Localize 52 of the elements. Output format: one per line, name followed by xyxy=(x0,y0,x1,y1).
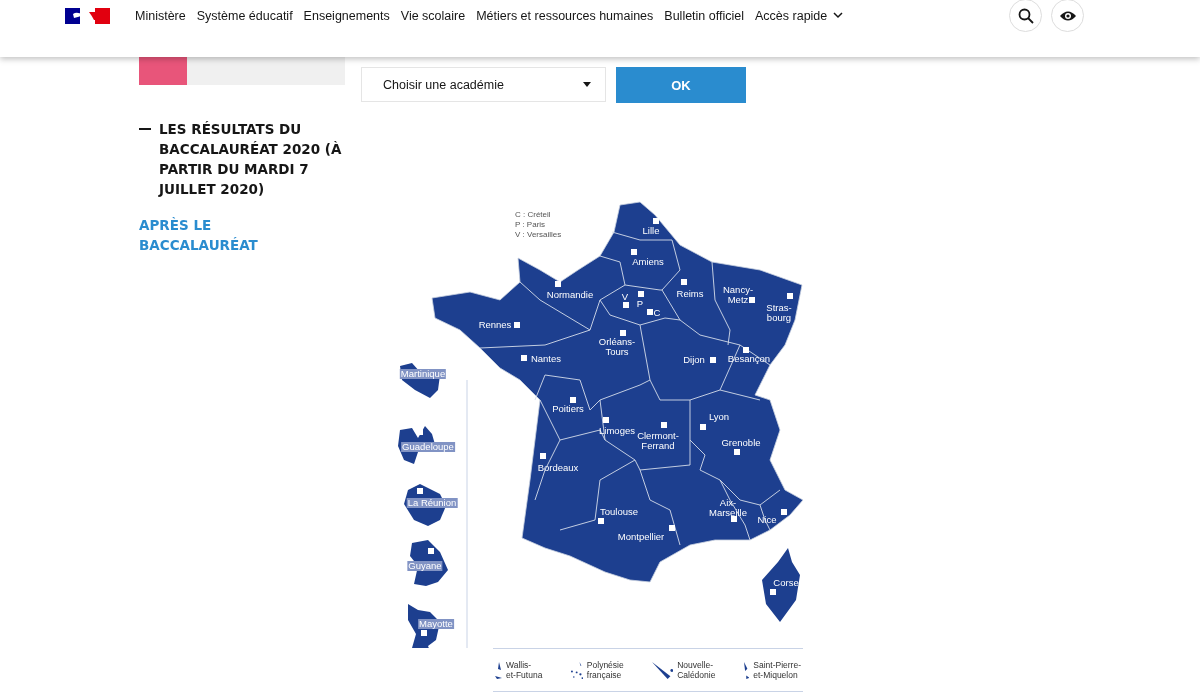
academy-label[interactable]: Poitiers xyxy=(552,404,584,414)
academy-label[interactable]: Grenoble xyxy=(721,438,761,448)
academy-label[interactable]: Aix- Marseille xyxy=(709,498,747,518)
academy-label[interactable]: Clermont- Ferrand xyxy=(637,431,679,451)
eye-icon xyxy=(1058,9,1077,22)
academy-label[interactable]: Dijon xyxy=(683,355,705,365)
sidebar-link[interactable]: LES RÉSULTATS DU BACCALAURÉAT 2020 (À PARTIR DU MARDI 7 JUILLET 2020) xyxy=(139,119,345,199)
accent-block xyxy=(139,57,187,85)
academy-label[interactable]: Rennes xyxy=(478,320,512,330)
nav-link[interactable]: Enseignements xyxy=(303,8,390,23)
academy-label[interactable]: Normandie xyxy=(546,290,594,300)
search-button[interactable] xyxy=(1009,0,1042,32)
academy-label[interactable]: Nice xyxy=(757,515,777,525)
academy-label[interactable]: Amiens xyxy=(632,257,664,267)
island-icon xyxy=(570,661,583,679)
caret-icon xyxy=(583,82,591,87)
academy-label[interactable]: Limoges xyxy=(599,426,635,436)
nav-link[interactable]: Système éducatif xyxy=(196,8,293,23)
territory-label[interactable]: Nouvelle- Calédonie xyxy=(677,660,716,680)
academy-label[interactable]: Nantes xyxy=(530,354,562,364)
territory-label[interactable]: Saint-Pierre- et-Miquelon xyxy=(753,660,801,680)
academy-label[interactable]: Corse xyxy=(773,578,799,588)
academy-label[interactable]: Nancy- Metz xyxy=(722,285,754,305)
ok-button[interactable]: OK xyxy=(616,67,746,103)
search-icon xyxy=(1017,7,1034,24)
nav-link[interactable]: Vie scolaire xyxy=(400,8,466,23)
territory-label[interactable]: Wallis- et-Futuna xyxy=(506,660,543,680)
sidebar-link[interactable]: APRÈS LE BACCALAURÉAT xyxy=(139,215,279,255)
island-icon xyxy=(743,661,750,679)
nav-link[interactable]: Ministère xyxy=(135,8,186,23)
academy-label[interactable]: Lille xyxy=(642,226,660,236)
map-legend: C : Créteil P : Paris V : Versailles xyxy=(515,210,562,240)
academy-label[interactable]: Stras- bourg xyxy=(766,303,792,323)
academy-label[interactable]: V xyxy=(621,292,629,302)
territory-label[interactable]: Polynésie française xyxy=(586,660,624,680)
nav-link[interactable]: Accès rapide xyxy=(755,8,844,23)
academy-label[interactable]: Orléans- Tours xyxy=(598,337,636,357)
flag-logo[interactable] xyxy=(65,7,110,24)
academy-map-drawing[interactable] xyxy=(398,201,804,648)
nav-link[interactable]: Bulletin officiel xyxy=(664,8,744,23)
display-settings-button[interactable] xyxy=(1051,0,1084,32)
academy-select[interactable]: Choisir une académie xyxy=(361,67,606,102)
nav-link[interactable]: Métiers et ressources humaines xyxy=(476,8,654,23)
academy-label[interactable]: Montpellier xyxy=(617,532,665,542)
academy-label[interactable]: C xyxy=(653,308,661,318)
academy-label[interactable]: Toulouse xyxy=(600,507,638,517)
island-icon xyxy=(651,661,674,679)
academy-label[interactable]: P xyxy=(636,299,644,309)
island-icon xyxy=(495,661,502,679)
academy-label[interactable]: Bordeaux xyxy=(537,463,579,473)
academy-label[interactable]: Lyon xyxy=(708,412,730,422)
academy-label[interactable]: Reims xyxy=(676,289,704,299)
